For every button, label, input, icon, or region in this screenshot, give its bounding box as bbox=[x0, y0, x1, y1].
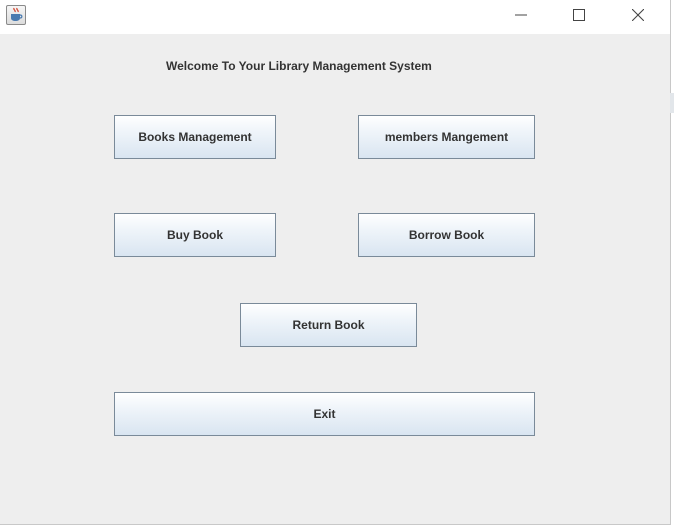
welcome-label: Welcome To Your Library Management Syste… bbox=[166, 59, 432, 73]
exit-button[interactable]: Exit bbox=[114, 392, 535, 436]
title-bar[interactable] bbox=[0, 0, 670, 34]
return-book-button[interactable]: Return Book bbox=[240, 303, 417, 347]
minimize-button[interactable] bbox=[498, 0, 544, 30]
window-edge bbox=[670, 93, 674, 113]
maximize-icon bbox=[573, 9, 585, 21]
buy-book-button[interactable]: Buy Book bbox=[114, 213, 276, 257]
close-button[interactable] bbox=[615, 0, 661, 30]
close-icon bbox=[632, 9, 644, 21]
books-management-button[interactable]: Books Management bbox=[114, 115, 276, 159]
main-window: Welcome To Your Library Management Syste… bbox=[0, 0, 671, 525]
members-management-button[interactable]: members Mangement bbox=[358, 115, 535, 159]
borrow-book-button[interactable]: Borrow Book bbox=[358, 213, 535, 257]
java-coffee-cup-icon[interactable] bbox=[6, 5, 26, 25]
maximize-button[interactable] bbox=[556, 0, 602, 30]
minimize-icon bbox=[515, 14, 527, 16]
